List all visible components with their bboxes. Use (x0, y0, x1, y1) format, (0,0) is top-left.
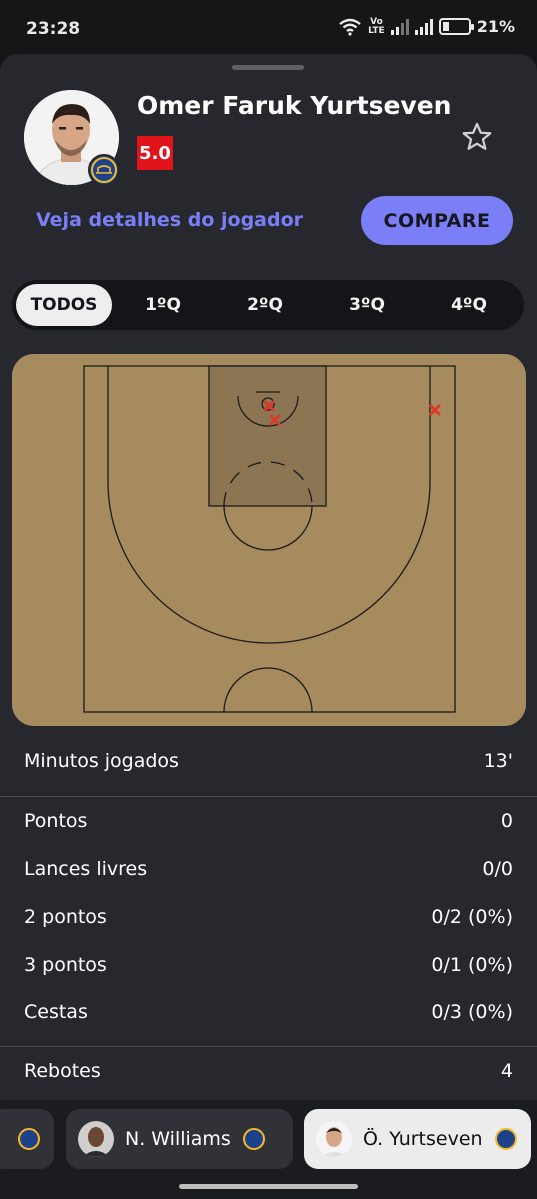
status-icons: Vo LTE 21% (338, 17, 515, 36)
status-time: 23:28 (26, 19, 81, 39)
stat-value: 0/1 (0%) (431, 954, 513, 976)
rating-badge: 5.0 (137, 136, 173, 170)
paint-area (208, 365, 327, 507)
compare-button[interactable]: COMPARE (361, 196, 513, 245)
player-details-link[interactable]: Veja detalhes do jogador (36, 209, 303, 231)
stat-value: 13' (483, 750, 513, 772)
shot-chart (12, 354, 526, 726)
wifi-icon (339, 18, 361, 36)
signal-icon-2 (414, 18, 433, 35)
stat-row-field-goals: Cestas 0/3 (0%) (0, 992, 537, 1032)
player-name: Omer Faruk Yurtseven (137, 91, 452, 120)
stat-value: 4 (500, 1060, 513, 1082)
player-chip-name: Ö. Yurtseven (363, 1128, 483, 1150)
stat-row-minutes: Minutos jogados 13' (0, 741, 537, 781)
divider (0, 1046, 537, 1047)
team-logo-icon (242, 1128, 265, 1150)
stat-label: Cestas (24, 1001, 88, 1023)
player-sheet: Omer Faruk Yurtseven 5.0 Veja detalhes d… (0, 54, 537, 1199)
tab-q1[interactable]: 1ºQ (112, 284, 214, 326)
stat-label: Minutos jogados (24, 750, 179, 772)
stat-value: 0/0 (482, 858, 513, 880)
stat-label: Pontos (24, 810, 88, 832)
divider (0, 796, 537, 797)
team-logo-icon (88, 154, 120, 186)
volte-icon: Vo LTE (368, 17, 385, 36)
stat-row-rebounds: Rebotes 4 (0, 1051, 537, 1091)
tab-q3[interactable]: 3ºQ (316, 284, 418, 326)
volte-bottom: LTE (368, 25, 385, 36)
player-face-icon (316, 1121, 352, 1157)
stat-label: Rebotes (24, 1060, 101, 1082)
stat-row-two-points: 2 pontos 0/2 (0%) (0, 897, 537, 937)
tab-q2[interactable]: 2ºQ (214, 284, 316, 326)
home-indicator[interactable] (179, 1184, 358, 1189)
status-bar: 23:28 Vo LTE 21% (0, 0, 537, 56)
player-chip-selected[interactable]: Ö. Yurtseven (304, 1109, 531, 1169)
stat-label: 3 pontos (24, 954, 107, 976)
player-chip-previous[interactable] (0, 1109, 54, 1169)
team-logo-icon (18, 1128, 40, 1150)
tab-q4[interactable]: 4ºQ (418, 284, 520, 326)
tab-todos[interactable]: TODOS (16, 284, 112, 326)
stat-row-three-points: 3 pontos 0/1 (0%) (0, 945, 537, 985)
stat-label: 2 pontos (24, 906, 107, 928)
period-tabs: TODOS 1ºQ 2ºQ 3ºQ 4ºQ (12, 280, 524, 330)
battery-icon (438, 18, 474, 35)
team-logo-icon (494, 1128, 517, 1150)
stat-value: 0 (500, 810, 513, 832)
stat-row-points: Pontos 0 (0, 801, 537, 841)
stat-label: Lances livres (24, 858, 148, 880)
stat-value: 0/2 (0%) (431, 906, 513, 928)
stat-value: 0/3 (0%) (431, 1001, 513, 1023)
court-diagram (12, 354, 526, 726)
player-face-icon (78, 1121, 114, 1157)
sheet-grabber[interactable] (232, 65, 304, 70)
stat-row-free-throws: Lances livres 0/0 (0, 849, 537, 889)
signal-icon-1 (390, 18, 409, 35)
player-chip-name: N. Williams (125, 1128, 231, 1150)
player-chip[interactable]: N. Williams (66, 1109, 293, 1169)
battery-percent: 21% (476, 17, 515, 36)
favorite-star-icon[interactable] (460, 120, 494, 154)
